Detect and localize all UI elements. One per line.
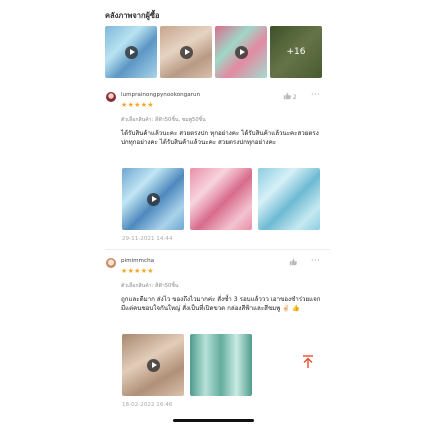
gallery-video-1[interactable] xyxy=(105,26,157,78)
star-rating: ★★★★★ xyxy=(121,101,154,109)
gallery-more-count: +16 xyxy=(270,26,322,78)
divider xyxy=(105,249,330,250)
arrow-up-icon[interactable] xyxy=(302,355,314,369)
play-icon xyxy=(179,45,193,59)
review-video[interactable] xyxy=(122,334,184,396)
play-icon xyxy=(234,45,248,59)
avatar[interactable] xyxy=(106,258,116,268)
review-photo[interactable] xyxy=(190,168,252,230)
review-video[interactable] xyxy=(122,168,184,230)
buyer-photos-page: คลังภาพจากผู้ซื้อ +16 lumprainongpynooko… xyxy=(97,0,330,427)
product-variant: ตัวเลือกสินค้า: สีฟ้า50ชิ้น, ชมพู50ชิ้น xyxy=(121,117,206,123)
review-photo[interactable] xyxy=(190,334,252,396)
gallery-video-3[interactable] xyxy=(215,26,267,78)
section-title: คลังภาพจากผู้ซื้อ xyxy=(105,11,160,20)
like-button[interactable] xyxy=(289,258,297,268)
like-button[interactable]: 2 xyxy=(283,92,297,101)
play-icon xyxy=(146,358,160,372)
product-variant: ตัวเลือกสินค้า: สีฟ้า50ชิ้น xyxy=(121,283,179,289)
home-indicator xyxy=(173,419,254,422)
review-text: ได้รับสินค้าแล้วนะคะ สวยตรงปก ทุกอย่างคะ… xyxy=(121,130,319,146)
like-count: 2 xyxy=(292,94,297,101)
gallery-video-2[interactable] xyxy=(160,26,212,78)
thumbs-up-icon xyxy=(283,92,291,100)
play-icon xyxy=(146,192,160,206)
review-text: ถูกและดีมาก ส่งไว ของถึงไวมากค่ะ สั่งซ้ำ… xyxy=(121,296,321,312)
reviewer-name[interactable]: pimimmcha xyxy=(121,258,154,264)
avatar[interactable] xyxy=(106,92,116,102)
play-icon xyxy=(124,45,138,59)
more-dots-icon[interactable]: ··· xyxy=(311,256,320,265)
gallery-more[interactable]: +16 xyxy=(270,26,322,78)
review-date: 29-11-2021 14:44 xyxy=(122,236,173,242)
thumbs-up-icon xyxy=(289,258,297,266)
reviewer-name[interactable]: lumprainongpynookongarun xyxy=(121,92,200,98)
review-date: 18-02-2022 16:46 xyxy=(122,402,173,408)
more-dots-icon[interactable]: ··· xyxy=(311,90,320,99)
star-rating: ★★★★★ xyxy=(121,267,154,275)
review-photo[interactable] xyxy=(258,168,320,230)
